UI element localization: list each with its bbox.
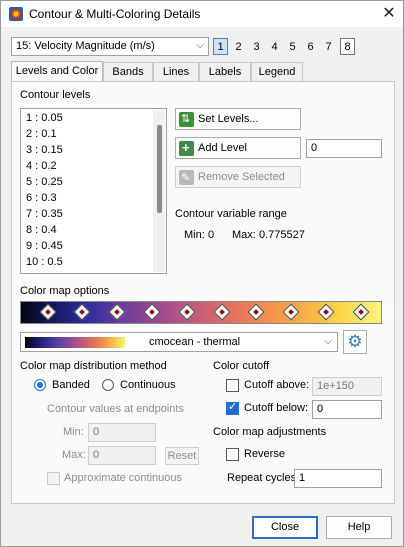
set-levels-button[interactable]: Set Levels...: [175, 108, 301, 130]
gear-icon[interactable]: ⚙: [343, 330, 367, 354]
frame-button-2[interactable]: 2: [231, 38, 246, 55]
list-item[interactable]: 2 : 0.1: [26, 128, 57, 140]
contour-levels-list[interactable]: 1 : 0.05 2 : 0.1 3 : 0.15 4 : 0.2 5 : 0.…: [20, 108, 167, 274]
color-map-options-header: Color map options: [20, 285, 110, 297]
cutoff-below-input[interactable]: 0: [312, 400, 382, 419]
remove-selected-icon: [179, 168, 194, 188]
frame-button-7[interactable]: 7: [321, 38, 336, 55]
range-max-value: 0.775527: [259, 229, 305, 241]
variable-select-value: 15: Velocity Magnitude (m/s): [16, 40, 155, 52]
endpoint-min-label: Min:: [63, 426, 84, 438]
chevron-down-icon: ⌵: [196, 40, 204, 51]
contour-details-dialog: Contour & Multi-Coloring Details ✕ 15: V…: [0, 0, 404, 547]
list-item[interactable]: 4 : 0.2: [26, 160, 57, 172]
frame-button-1[interactable]: 1: [213, 38, 228, 55]
range-min-value: 0: [208, 229, 215, 241]
frame-button-4[interactable]: 4: [267, 38, 282, 55]
colormap-swatch: [25, 337, 125, 348]
frame-button-8[interactable]: 8: [340, 38, 355, 55]
add-level-label: Add Level: [198, 142, 247, 154]
repeat-cycles-label: Repeat cycles:: [227, 472, 300, 484]
chevron-down-icon: ⌵: [324, 336, 332, 347]
colormap-name: cmocean - thermal: [149, 336, 241, 348]
banded-radio[interactable]: [34, 379, 46, 391]
list-item[interactable]: 7 : 0.35: [26, 208, 63, 220]
colormap-end-icon: ✲: [385, 305, 396, 319]
variable-select[interactable]: 15: Velocity Magnitude (m/s) ⌵: [11, 37, 209, 56]
approx-continuous-checkbox[interactable]: [47, 472, 60, 485]
endpoint-max-label: Max:: [62, 449, 86, 461]
reverse-checkbox[interactable]: [226, 448, 239, 461]
add-level-button[interactable]: Add Level: [175, 137, 301, 159]
approx-continuous-label: Approximate continuous: [64, 472, 183, 484]
remove-selected-button[interactable]: Remove Selected: [175, 166, 301, 188]
list-scroll-thumb[interactable]: [157, 125, 162, 213]
variable-range-header: Contour variable range: [175, 208, 287, 220]
add-level-icon: [179, 138, 194, 158]
list-item[interactable]: 8 : 0.4: [26, 224, 57, 236]
list-item[interactable]: 9 : 0.45: [26, 240, 63, 252]
endpoint-min-input[interactable]: 0: [88, 423, 156, 442]
list-item[interactable]: 5 : 0.25: [26, 176, 63, 188]
color-cutoff-header: Color cutoff: [213, 360, 270, 372]
continuous-label: Continuous: [120, 379, 176, 391]
endpoint-max-input[interactable]: 0: [88, 446, 156, 465]
tab-lines[interactable]: Lines: [153, 62, 199, 82]
frame-button-6[interactable]: 6: [303, 38, 318, 55]
color-map-adjustments-header: Color map adjustments: [213, 426, 327, 438]
remove-selected-label: Remove Selected: [198, 171, 285, 183]
tab-labels[interactable]: Labels: [199, 62, 251, 82]
set-levels-icon: [179, 109, 194, 129]
list-item[interactable]: 10 : 0.5: [26, 256, 63, 268]
close-button[interactable]: Close: [252, 516, 318, 539]
help-button[interactable]: Help: [326, 516, 392, 539]
distribution-method-header: Color map distribution method: [20, 360, 167, 372]
set-levels-label: Set Levels...: [198, 113, 259, 125]
window-title: Contour & Multi-Coloring Details: [29, 7, 201, 21]
endpoints-header: Contour values at endpoints: [47, 403, 184, 415]
reverse-label: Reverse: [244, 448, 285, 460]
list-item[interactable]: 6 : 0.3: [26, 192, 57, 204]
cutoff-above-input[interactable]: 1e+150: [312, 377, 382, 396]
banded-label: Banded: [52, 379, 90, 391]
range-max-label: Max:: [232, 229, 256, 241]
cutoff-above-checkbox[interactable]: [226, 379, 239, 392]
tab-legend[interactable]: Legend: [251, 62, 303, 82]
contour-levels-header: Contour levels: [20, 89, 91, 101]
frame-button-3[interactable]: 3: [249, 38, 264, 55]
list-item[interactable]: 3 : 0.15: [26, 144, 63, 156]
continuous-radio[interactable]: [102, 379, 114, 391]
tab-levels-and-color[interactable]: Levels and Color: [11, 61, 103, 82]
add-level-input[interactable]: 0: [306, 139, 382, 158]
frame-button-5[interactable]: 5: [285, 38, 300, 55]
repeat-cycles-input[interactable]: 1: [294, 469, 382, 488]
colormap-select[interactable]: cmocean - thermal ⌵: [20, 332, 338, 352]
cutoff-below-checkbox[interactable]: [226, 400, 239, 415]
close-icon[interactable]: ✕: [377, 3, 401, 25]
title-bar: Contour & Multi-Coloring Details ✕: [1, 1, 403, 27]
reset-button[interactable]: Reset: [165, 447, 199, 465]
cutoff-below-label: Cutoff below:: [244, 402, 309, 414]
list-item[interactable]: 1 : 0.05: [26, 112, 63, 124]
tab-bands[interactable]: Bands: [103, 62, 153, 82]
app-icon: [9, 7, 23, 21]
range-min-label: Min:: [184, 229, 205, 241]
cutoff-above-label: Cutoff above:: [244, 379, 310, 391]
